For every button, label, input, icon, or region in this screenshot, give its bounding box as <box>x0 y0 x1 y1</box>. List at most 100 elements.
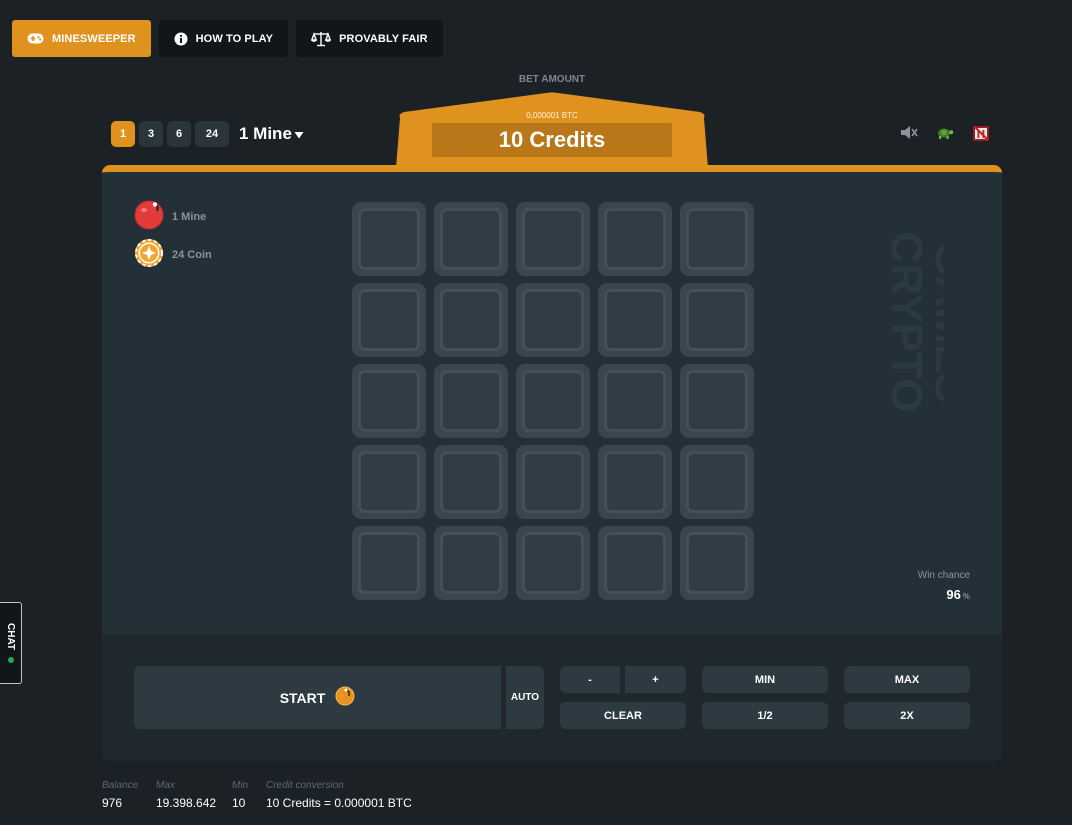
mine-tile-face <box>686 370 748 432</box>
mine-tile-face <box>358 289 420 351</box>
mine-tile[interactable] <box>516 283 590 357</box>
stat-credit-conversion: Credit conversion 10 Credits = 0.000001 … <box>266 780 412 810</box>
legend: 1 Mine 24 Coin <box>134 200 212 278</box>
win-chance: Win chance 96% <box>872 570 970 602</box>
no-animation-icon[interactable] <box>971 124 990 141</box>
mine-tile[interactable] <box>680 283 754 357</box>
mine-tile-face <box>522 370 584 432</box>
double-bet-button[interactable]: 2X <box>844 702 970 729</box>
mine-tile[interactable] <box>434 526 508 600</box>
mines-option-24[interactable]: 24 <box>195 121 229 147</box>
tab-how-to-play[interactable]: HOW TO PLAY <box>158 20 289 57</box>
gamepad-icon <box>27 33 44 44</box>
mine-tile[interactable] <box>598 283 672 357</box>
start-label: START <box>279 689 326 706</box>
mine-tile[interactable] <box>680 202 754 276</box>
stat-label: Credit conversion <box>266 780 344 791</box>
win-chance-value-wrap: 96% <box>872 587 970 602</box>
mine-tile[interactable] <box>352 526 426 600</box>
mine-tile-face <box>522 289 584 351</box>
tab-provably-fair[interactable]: PROVABLY FAIR <box>296 20 443 57</box>
win-chance-unit: % <box>962 592 970 601</box>
mine-tile-face <box>686 451 748 513</box>
mine-tile-face <box>604 289 666 351</box>
mine-tile[interactable] <box>434 364 508 438</box>
legend-coins-label: 24 Coin <box>172 249 212 261</box>
stat-value: 10 Credits = 0.000001 BTC <box>266 796 412 810</box>
mine-tile[interactable] <box>680 364 754 438</box>
scale-icon <box>311 31 332 47</box>
stat-label: Min <box>232 780 249 791</box>
mines-dropdown-label: 1 Mine <box>239 124 292 143</box>
mine-tile-face <box>440 208 502 270</box>
decrease-bet-button[interactable]: - <box>560 666 620 693</box>
mine-tile-face <box>440 370 502 432</box>
mine-tile[interactable] <box>598 364 672 438</box>
mine-tile[interactable] <box>434 445 508 519</box>
info-icon <box>174 32 188 46</box>
auto-button[interactable]: AUTO <box>506 666 544 729</box>
watermark-line-2: GAMES <box>926 241 944 402</box>
mine-tile[interactable] <box>516 202 590 276</box>
start-button[interactable]: START <box>134 666 501 729</box>
bet-amount-panel: 0,000001 BTC 10 Credits <box>396 92 708 168</box>
tab-label: PROVABLY FAIR <box>339 32 428 45</box>
increase-bet-button[interactable]: + <box>625 666 686 693</box>
mine-tile[interactable] <box>516 526 590 600</box>
mine-tile-face <box>686 208 748 270</box>
mine-tile[interactable] <box>598 445 672 519</box>
half-bet-button[interactable]: 1/2 <box>702 702 828 729</box>
mine-tile[interactable] <box>352 283 426 357</box>
mines-option-3[interactable]: 3 <box>139 121 163 147</box>
stat-value: 10 <box>232 796 246 810</box>
mine-tile[interactable] <box>598 202 672 276</box>
mines-option-6[interactable]: 6 <box>167 121 191 147</box>
mine-tile[interactable] <box>434 283 508 357</box>
stat-max: Max 19.398.642 <box>156 780 216 810</box>
mine-tile[interactable] <box>352 364 426 438</box>
settings-icons <box>899 124 990 141</box>
mine-tile-face <box>604 208 666 270</box>
mine-tile-face <box>358 208 420 270</box>
mine-tile-face <box>604 370 666 432</box>
account-stats: Balance 976 Max 19.398.642 Min 10 Credit… <box>102 780 412 810</box>
mine-tile[interactable] <box>680 445 754 519</box>
mine-tile-face <box>440 451 502 513</box>
mine-tile-face <box>522 451 584 513</box>
stat-min: Min 10 <box>232 780 250 810</box>
mines-dropdown[interactable]: 1 Mine <box>239 124 304 144</box>
mine-tile[interactable] <box>598 526 672 600</box>
mine-tile-face <box>686 289 748 351</box>
mine-tile[interactable] <box>680 526 754 600</box>
online-status-dot <box>7 656 14 663</box>
mines-option-1[interactable]: 1 <box>111 121 135 147</box>
stat-value: 19.398.642 <box>156 796 217 810</box>
stat-label: Max <box>156 780 175 791</box>
bet-amount-label: BET AMOUNT <box>518 74 586 85</box>
clear-bet-button[interactable]: CLEAR <box>560 702 686 729</box>
win-chance-value: 96 <box>946 587 961 602</box>
mine-tile-face <box>686 532 748 594</box>
sound-icon[interactable] <box>899 124 918 141</box>
coin-icon <box>134 238 164 273</box>
tab-label: HOW TO PLAY <box>195 32 274 45</box>
bet-credits-input[interactable]: 10 Credits <box>432 123 672 157</box>
mine-tile-face <box>604 532 666 594</box>
mine-tile[interactable] <box>516 445 590 519</box>
stat-label: Balance <box>102 780 139 791</box>
mine-tile[interactable] <box>516 364 590 438</box>
controls-panel: START AUTO - + MIN MAX CLEAR 1/2 2X <box>102 634 1002 761</box>
mine-tile[interactable] <box>352 202 426 276</box>
stat-balance: Balance 976 <box>102 780 140 810</box>
min-bet-button[interactable]: MIN <box>702 666 828 693</box>
turtle-icon[interactable] <box>935 124 954 141</box>
max-bet-button[interactable]: MAX <box>844 666 970 693</box>
mine-tile[interactable] <box>434 202 508 276</box>
game-tabs: MINESWEEPER HOW TO PLAY PROVABLY FAIR <box>12 20 443 57</box>
watermark-line-1: CRYPTO <box>882 232 931 413</box>
coin-icon <box>335 686 355 709</box>
chat-toggle[interactable]: CHAT <box>0 602 22 684</box>
chat-label: CHAT <box>5 623 16 651</box>
tab-minesweeper[interactable]: MINESWEEPER <box>12 20 151 57</box>
mine-tile[interactable] <box>352 445 426 519</box>
